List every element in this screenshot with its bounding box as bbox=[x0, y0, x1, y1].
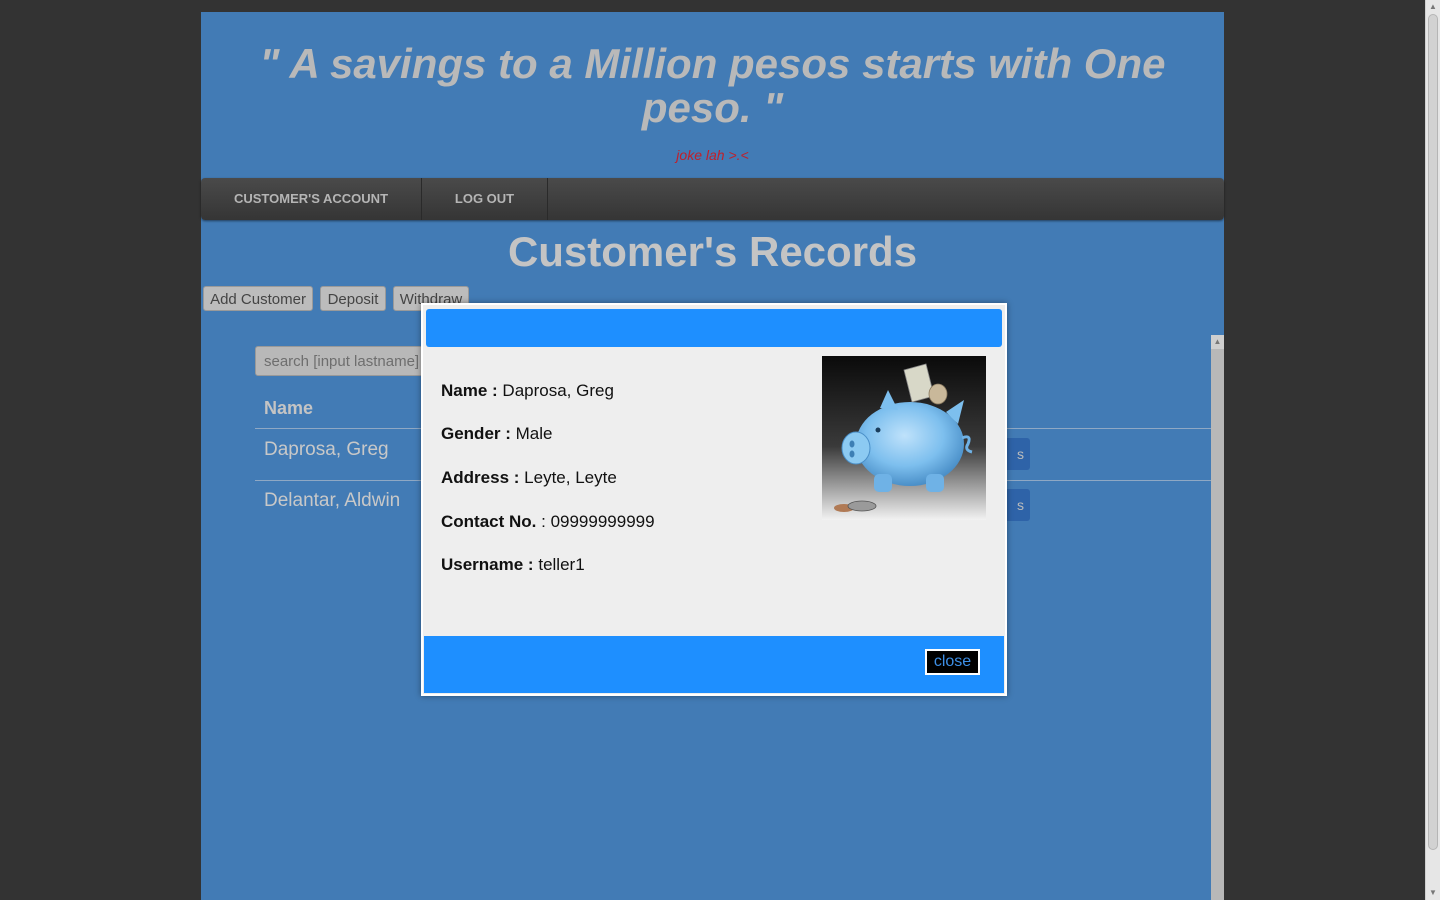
browser-scrollbar[interactable]: ▲ ▼ bbox=[1425, 0, 1440, 900]
header-subtitle: joke lah >.< bbox=[676, 147, 749, 163]
field-label: Name : bbox=[441, 381, 498, 400]
table-row-name: Delantar, Aldwin bbox=[264, 490, 401, 511]
scroll-down-arrow-icon[interactable]: ▼ bbox=[1426, 886, 1440, 900]
nav-log-out[interactable]: LOG OUT bbox=[422, 178, 548, 220]
close-button[interactable]: close bbox=[925, 649, 980, 675]
add-customer-button[interactable]: Add Customer bbox=[203, 286, 313, 311]
field-label: Address : bbox=[441, 468, 520, 487]
field-value: Daprosa, Greg bbox=[502, 381, 614, 400]
field-contact-no: Contact No. : 09999999999 bbox=[441, 512, 655, 532]
field-value: Leyte, Leyte bbox=[524, 468, 617, 487]
field-label: Gender : bbox=[441, 424, 511, 443]
column-header-name: Name bbox=[264, 398, 314, 418]
modal-header bbox=[426, 309, 1002, 347]
header-quote: " A savings to a Million pesos starts wi… bbox=[259, 40, 1166, 131]
field-gender: Gender : Male bbox=[441, 424, 553, 444]
table-row-name: Daprosa, Greg bbox=[264, 439, 389, 460]
scrollbar-thumb[interactable] bbox=[1428, 14, 1438, 850]
page: " A savings to a Million pesos starts wi… bbox=[0, 0, 1440, 900]
inner-scrollbar[interactable]: ▲ bbox=[1211, 335, 1224, 900]
scroll-up-arrow-icon[interactable]: ▲ bbox=[1211, 335, 1224, 349]
piggy-bank-image bbox=[822, 356, 986, 520]
field-name: Name : Daprosa, Greg bbox=[441, 381, 614, 401]
field-value: : 09999999999 bbox=[541, 512, 655, 531]
top-strip bbox=[0, 0, 1425, 12]
field-address: Address : Leyte, Leyte bbox=[441, 468, 617, 488]
modal-footer: close bbox=[424, 636, 1004, 693]
field-label: Username : bbox=[441, 555, 534, 574]
nav-customers-account[interactable]: CUSTOMER'S ACCOUNT bbox=[201, 178, 422, 220]
field-username: Username : teller1 bbox=[441, 555, 585, 575]
nav-bar: CUSTOMER'S ACCOUNT LOG OUT bbox=[201, 178, 1224, 220]
deposit-button[interactable]: Deposit bbox=[320, 286, 386, 311]
field-value: Male bbox=[515, 424, 553, 443]
field-label: Contact No. bbox=[441, 512, 537, 531]
field-value: teller1 bbox=[538, 555, 585, 574]
scroll-up-arrow-icon[interactable]: ▲ bbox=[1426, 0, 1440, 14]
page-title: Customer's Records bbox=[507, 228, 918, 275]
customer-details-modal: Name : Daprosa, Greg Gender : Male Addre… bbox=[421, 303, 1007, 696]
